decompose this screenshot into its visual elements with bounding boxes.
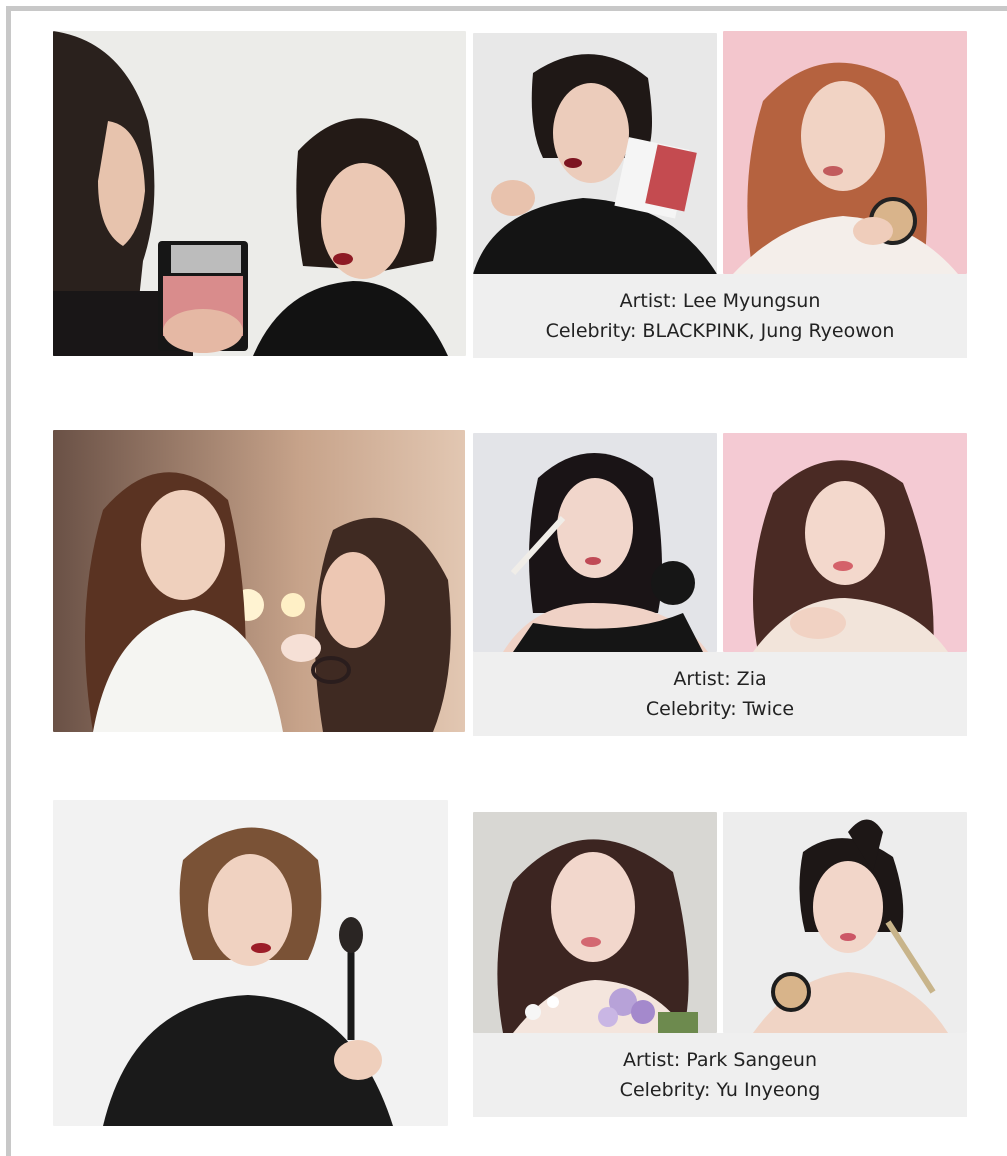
artist-name: Artist: Lee Myungsun — [619, 290, 821, 312]
artist-photo-3 — [53, 800, 448, 1126]
model-photo-1b — [723, 31, 967, 274]
artist-name: Artist: Park Sangeun — [622, 1049, 817, 1071]
model-photo-1a — [473, 33, 717, 274]
artist-photo-2 — [53, 430, 465, 732]
model-photo-3b — [723, 812, 967, 1033]
celebrity-names: Celebrity: Twice — [645, 698, 795, 720]
model-photo-2b — [723, 433, 967, 652]
caption-box-3: Artist: Park Sangeun Celebrity: Yu Inyeo… — [473, 1033, 967, 1117]
celebrity-names: Celebrity: Yu Inyeong — [619, 1079, 821, 1101]
caption-box-2: Artist: Zia Celebrity: Twice — [473, 652, 967, 736]
model-photo-2a — [473, 433, 717, 652]
model-photo-3a — [473, 812, 717, 1033]
caption-box-1: Artist: Lee Myungsun Celebrity: BLACKPIN… — [473, 274, 967, 358]
artist-photo-1 — [53, 31, 466, 356]
celebrity-names: Celebrity: BLACKPINK, Jung Ryeowon — [545, 320, 895, 342]
artist-name: Artist: Zia — [673, 668, 767, 690]
